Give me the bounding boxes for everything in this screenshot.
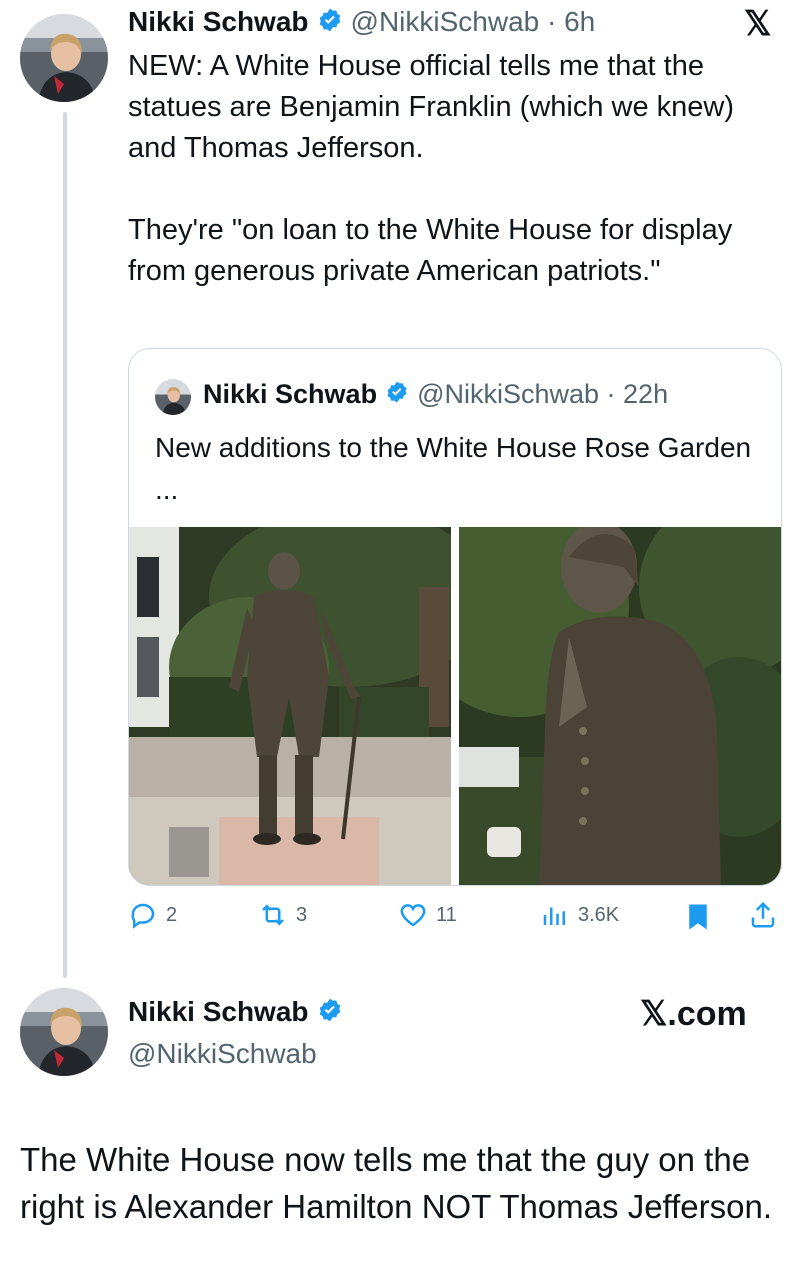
views-count: 3.6K xyxy=(578,903,620,926)
author-avatar[interactable] xyxy=(20,14,108,102)
quoted-tweet-card[interactable]: Nikki Schwab @NikkiSchwab · 22h New addi… xyxy=(128,348,782,886)
post-author-handle[interactable]: @NikkiSchwab xyxy=(128,1038,317,1070)
repost-count: 3 xyxy=(296,903,308,926)
quoted-author-name[interactable]: Nikki Schwab xyxy=(203,379,377,410)
quoted-text: New additions to the White House Rose Ga… xyxy=(155,432,752,505)
share-button[interactable] xyxy=(748,900,778,935)
like-count: 11 xyxy=(436,903,457,926)
avatar-image xyxy=(20,988,108,1076)
author-name[interactable]: Nikki Schwab xyxy=(128,6,309,38)
hamilton-statue-image[interactable] xyxy=(459,527,781,885)
tweet-paragraph-1: NEW: A White House official tells me tha… xyxy=(128,50,735,164)
tweet-paragraph-2: They're "on loan to the White House for … xyxy=(128,214,733,287)
post-author-avatar[interactable] xyxy=(20,988,108,1076)
heart-icon xyxy=(400,904,426,927)
reply-icon xyxy=(131,903,155,929)
action-bar: 2 3 11 3.6K xyxy=(128,900,780,936)
tweet-header: Nikki Schwab @NikkiSchwab · 6h xyxy=(128,6,595,38)
repost-button[interactable]: 3 xyxy=(258,900,307,930)
bookmark-icon xyxy=(689,904,707,930)
post-author-name[interactable]: Nikki Schwab xyxy=(128,996,309,1028)
bookmark-button[interactable] xyxy=(684,902,712,937)
verified-badge-icon xyxy=(385,380,409,409)
verified-badge-icon xyxy=(317,7,343,38)
like-button[interactable]: 11 xyxy=(398,900,457,930)
post-text: The White House now tells me that the gu… xyxy=(20,1141,773,1225)
quoted-handle-time[interactable]: @NikkiSchwab · 22h xyxy=(417,379,668,410)
post-header: Nikki Schwab xyxy=(128,996,343,1028)
verified-badge-icon xyxy=(317,997,343,1028)
author-handle-time[interactable]: @NikkiSchwab · 6h xyxy=(351,6,596,38)
x-com-brand: 𝕏.com xyxy=(640,995,747,1033)
x-logo-icon[interactable]: 𝕏 xyxy=(744,4,771,44)
views-icon xyxy=(543,907,565,925)
reply-button[interactable]: 2 xyxy=(128,900,177,930)
views-button[interactable]: 3.6K xyxy=(540,900,619,930)
avatar-image xyxy=(20,14,108,102)
share-icon xyxy=(751,901,775,928)
thread-line xyxy=(63,112,67,978)
reply-count: 2 xyxy=(166,903,178,926)
quoted-header: Nikki Schwab @NikkiSchwab · 22h xyxy=(203,379,668,410)
quoted-avatar xyxy=(155,379,191,415)
repost-icon xyxy=(262,904,284,926)
tweet-text: NEW: A White House official tells me tha… xyxy=(128,46,778,292)
franklin-statue-image[interactable] xyxy=(129,527,451,885)
